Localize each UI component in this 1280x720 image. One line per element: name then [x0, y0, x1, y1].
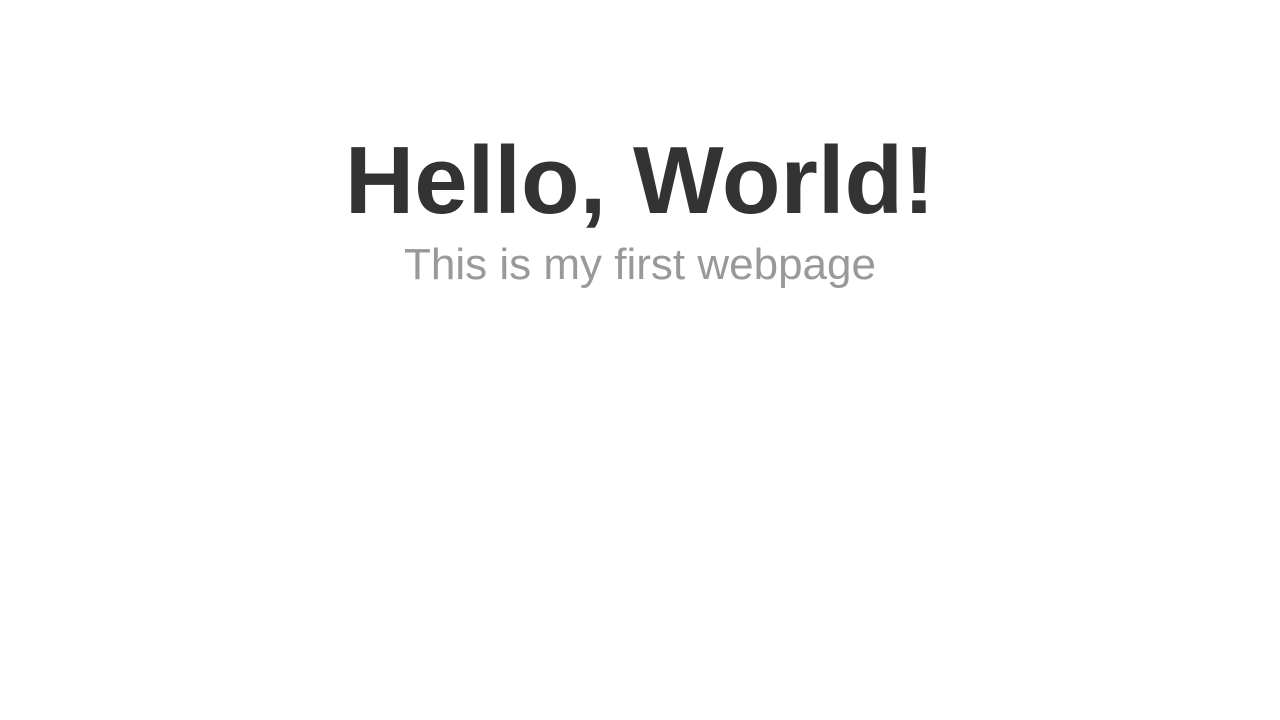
page-subtitle: This is my first webpage — [404, 240, 876, 289]
page-heading: Hello, World! — [344, 127, 936, 234]
